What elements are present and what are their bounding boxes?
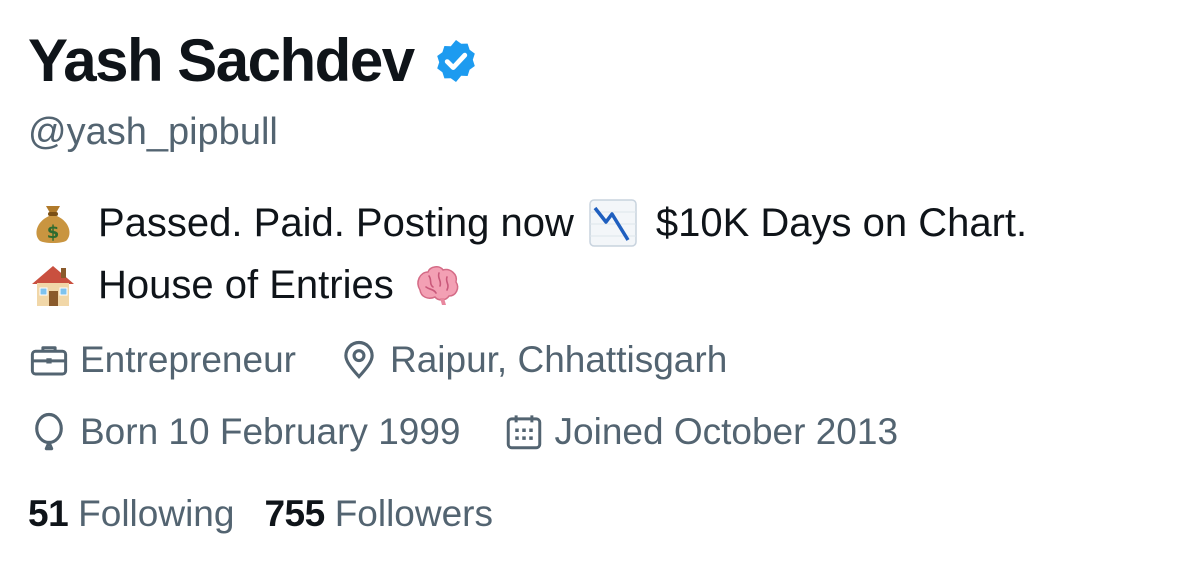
meta-row-2: Born 10 February 1999 Joined October 201… xyxy=(28,408,898,456)
balloon-icon xyxy=(28,411,70,453)
bio-text-3: House of Entries xyxy=(98,263,394,307)
following-count: 51 xyxy=(28,493,69,534)
bio-line-1: $ Passed. Paid. Posting now $10K Days on… xyxy=(28,192,1027,254)
bio-line-2: House of Entries xyxy=(28,254,1027,316)
location-text: Raipur, Chhattisgarh xyxy=(389,339,728,380)
meta-row-1: Entrepreneur Raipur, Chhattisgarh xyxy=(28,336,727,384)
chart-decreasing-icon xyxy=(588,198,638,248)
followers-label: Followers xyxy=(334,493,494,534)
name-row: Yash Sachdev xyxy=(28,26,480,96)
brain-icon xyxy=(412,260,462,310)
following-label: Following xyxy=(78,493,235,534)
location-pin-icon xyxy=(338,339,380,381)
bio: $ Passed. Paid. Posting now $10K Days on… xyxy=(28,192,1027,316)
followers-count: 755 xyxy=(264,493,325,534)
profession-text: Entrepreneur xyxy=(80,339,296,380)
following-link[interactable]: 51 Following xyxy=(28,490,234,538)
verified-badge-icon[interactable] xyxy=(432,37,480,85)
briefcase-icon xyxy=(28,339,70,381)
location: Raipur, Chhattisgarh xyxy=(338,336,727,384)
profession: Entrepreneur xyxy=(28,336,296,384)
user-handle: @yash_pipbull xyxy=(28,111,278,153)
birthday-text: Born 10 February 1999 xyxy=(80,411,461,452)
follow-stats: 51 Following 755 Followers xyxy=(28,490,493,538)
bio-text-1: Passed. Paid. Posting now xyxy=(98,201,574,245)
birthday: Born 10 February 1999 xyxy=(28,408,461,456)
house-icon xyxy=(28,260,78,310)
bio-text-2: $10K Days on Chart. xyxy=(655,201,1028,245)
followers-link[interactable]: 755 Followers xyxy=(264,490,493,538)
calendar-icon xyxy=(503,411,545,453)
joined-text: Joined October 2013 xyxy=(554,411,899,452)
svg-text:$: $ xyxy=(47,222,60,243)
display-name: Yash Sachdev xyxy=(28,27,415,94)
money-bag-icon: $ xyxy=(28,198,78,248)
joined: Joined October 2013 xyxy=(503,408,899,456)
